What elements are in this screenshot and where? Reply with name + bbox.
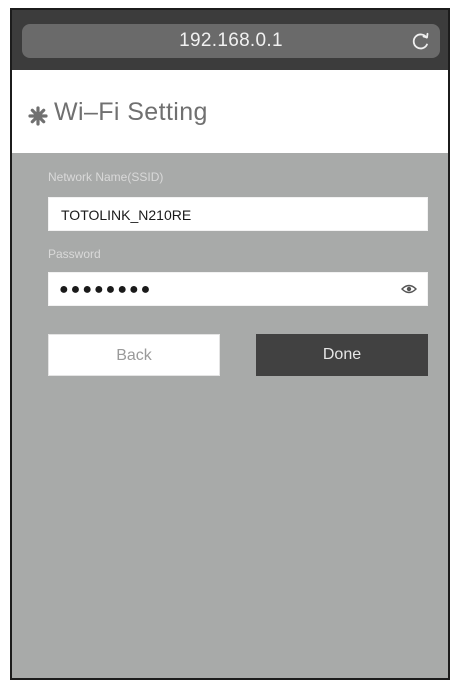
password-label: Password	[48, 247, 101, 261]
password-value: ●●●●●●●●	[59, 281, 153, 298]
ssid-label: Network Name(SSID)	[48, 170, 164, 184]
ssid-value: TOTOLINK_N210RE	[61, 207, 192, 223]
eye-icon[interactable]	[401, 283, 417, 295]
page-title: Wi–Fi Setting	[54, 98, 208, 126]
browser-toolbar: 192.168.0.1	[12, 10, 448, 70]
done-button[interactable]: Done	[256, 334, 428, 376]
gear-icon	[28, 106, 48, 126]
url-text: 192.168.0.1	[179, 30, 283, 51]
phone-screen: 192.168.0.1 Wi–Fi Setting Network Name(S…	[10, 8, 450, 680]
password-input[interactable]: ●●●●●●●●	[48, 272, 428, 306]
reload-icon[interactable]	[410, 30, 432, 52]
ssid-input[interactable]: TOTOLINK_N210RE	[48, 197, 428, 231]
back-button[interactable]: Back	[48, 334, 220, 376]
address-bar[interactable]: 192.168.0.1	[22, 24, 440, 58]
page-header: Wi–Fi Setting	[12, 70, 448, 153]
